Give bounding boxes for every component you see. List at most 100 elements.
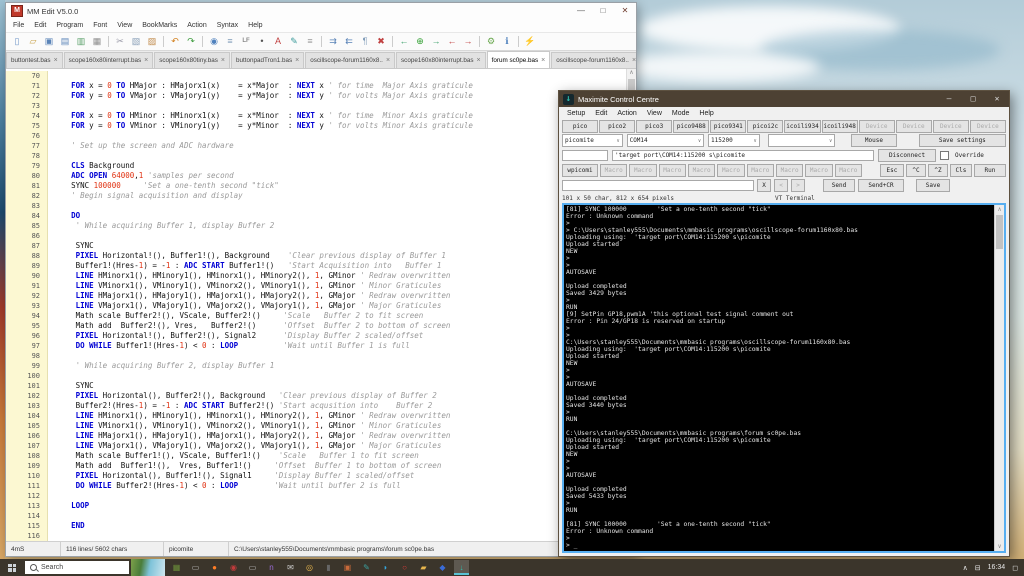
tab-scope160x80interrupt-bas[interactable]: scope160x80interrupt.bas× [396, 52, 486, 68]
macro-button[interactable]: Macro [717, 164, 744, 177]
device-button-pico9341[interactable]: pico9341 [710, 120, 746, 133]
mail-icon[interactable]: ✉ [283, 560, 298, 575]
tab-close-icon[interactable]: × [221, 57, 225, 64]
taskbar-search[interactable]: Search [25, 561, 129, 574]
minimize-button[interactable]: — [570, 3, 592, 19]
prev-button[interactable]: < [774, 179, 788, 192]
vt-terminal[interactable]: [81] SYNC 100000 'Set a one-tenth second… [562, 203, 1006, 553]
outline-icon[interactable]: ≡ [303, 35, 317, 48]
send-cr-button[interactable]: Send+CR [858, 179, 904, 192]
help-icon[interactable]: ℹ [500, 35, 514, 48]
target-port-input[interactable] [612, 150, 874, 161]
telegram-icon[interactable]: ◗ [378, 560, 393, 575]
ctrl-z-button[interactable]: ^Z [928, 164, 948, 177]
tab-scope160x80tiny-bas[interactable]: scope160x80tiny.bas× [154, 52, 230, 68]
save-button[interactable]: Save [916, 179, 950, 192]
menu-edit[interactable]: Edit [29, 22, 51, 29]
onenote-icon[interactable]: n [264, 560, 279, 575]
macro-button[interactable]: Macro [688, 164, 715, 177]
save-as-icon[interactable]: ▥ [74, 35, 88, 48]
code-area[interactable]: 7071 FOR x = 0 TO HMajor : HMajorx1(x) =… [6, 69, 627, 541]
device-select[interactable]: picomite ∨ [562, 134, 623, 147]
mcc-titlebar[interactable]: ↓ Maximite Control Centre — □ ✕ [559, 91, 1009, 107]
italic-font-icon[interactable]: A [271, 35, 285, 48]
indent-icon[interactable]: ⇉ [326, 35, 340, 48]
paste-icon[interactable]: ▨ [145, 35, 159, 48]
ctrl-c-button[interactable]: ^C [906, 164, 926, 177]
close-button[interactable]: ✕ [985, 91, 1009, 107]
maximize-button[interactable]: □ [961, 91, 985, 107]
monitor-app-icon[interactable]: ▭ [245, 560, 260, 575]
line-ending-icon[interactable]: LF [239, 35, 253, 48]
scroll-up-icon[interactable]: ∧ [627, 69, 636, 78]
menu-bookmarks[interactable]: BookMarks [137, 22, 182, 29]
mmedit-titlebar[interactable]: M MM Edit V5.0.0 — □ ✕ [6, 3, 636, 19]
close-button[interactable]: ✕ [614, 3, 636, 19]
list-icon[interactable]: ≡ [223, 35, 237, 48]
tab-close-icon[interactable]: × [295, 57, 299, 64]
x-button[interactable]: X [757, 179, 771, 192]
save-all-icon[interactable]: ▤ [58, 35, 72, 48]
tab-oscillscope-forum1160x8-[interactable]: oscillscope-forum1160x8..× [305, 52, 395, 68]
menu-mode[interactable]: Mode [667, 110, 695, 117]
paint-app-icon[interactable]: ✎ [359, 560, 374, 575]
tab-buttonpadtron1-bas[interactable]: buttonpadTron1.bas× [231, 52, 304, 68]
firefox-icon[interactable]: ● [207, 560, 222, 575]
minimize-button[interactable]: — [937, 91, 961, 107]
device-button-device[interactable]: Device [859, 120, 895, 133]
macro-button[interactable]: Macro [835, 164, 862, 177]
open-file-icon[interactable]: ▱ [26, 35, 40, 48]
media-app-icon[interactable]: ◉ [226, 560, 241, 575]
macro-button[interactable]: Macro [629, 164, 656, 177]
device-button-icoili948[interactable]: icoili948 [822, 120, 858, 133]
whitespace-icon[interactable]: • [255, 35, 269, 48]
macro-button[interactable]: Macro [776, 164, 803, 177]
menu-help[interactable]: Help [243, 22, 267, 29]
scroll-down-icon[interactable]: ∨ [995, 542, 1004, 551]
tab-buttontest-bas[interactable]: buttontest.bas× [6, 52, 63, 68]
tab-close-icon[interactable]: × [54, 57, 58, 64]
tab-close-icon[interactable]: × [632, 57, 636, 64]
baud-select[interactable]: 115200 ∨ [708, 134, 760, 147]
cut-icon[interactable]: ✂ [113, 35, 127, 48]
terminal-scrollbar[interactable]: ∧ ∨ [994, 205, 1004, 551]
terminal-app-icon[interactable]: ▮ [321, 560, 336, 575]
tab-close-icon[interactable]: × [386, 57, 390, 64]
disconnect-button[interactable]: Disconnect [878, 149, 936, 162]
device-button-pico2[interactable]: pico2 [599, 120, 635, 133]
folder-icon[interactable]: ▰ [416, 560, 431, 575]
run-button[interactable]: Run [974, 164, 1006, 177]
macro-button[interactable]: Macro [659, 164, 686, 177]
comment-icon[interactable]: ¶ [358, 35, 372, 48]
menu-edit[interactable]: Edit [590, 110, 612, 117]
tab-close-icon[interactable]: × [144, 57, 148, 64]
font-icon[interactable]: ◉ [207, 35, 221, 48]
menu-file[interactable]: File [8, 22, 29, 29]
undo-icon[interactable]: ↶ [168, 35, 182, 48]
defender-icon[interactable]: ◆ [435, 560, 450, 575]
syntax-color-icon[interactable]: ✎ [287, 35, 301, 48]
macro-button[interactable]: Macro [600, 164, 627, 177]
tab-close-icon[interactable]: × [541, 57, 545, 64]
device-button-device[interactable]: Device [896, 120, 932, 133]
port-select[interactable]: COM14 ∨ [627, 134, 704, 147]
esc-button[interactable]: Esc [880, 164, 904, 177]
menu-help[interactable]: Help [694, 110, 718, 117]
outdent-icon[interactable]: ⇇ [342, 35, 356, 48]
macro-button[interactable]: Macro [805, 164, 832, 177]
macro-button[interactable]: Macro [747, 164, 774, 177]
bookmark-add-icon[interactable]: ⊕ [413, 35, 427, 48]
redo-icon[interactable]: ↷ [184, 35, 198, 48]
prev-mark-icon[interactable]: ← [445, 35, 459, 48]
wpicomi-button[interactable]: wpicomi [562, 164, 598, 177]
device-button-pico3[interactable]: pico3 [636, 120, 672, 133]
aux-input[interactable] [562, 150, 608, 161]
tab-oscillscope-forum1160x8-[interactable]: oscillscope-forum1160x8..× [551, 52, 636, 68]
save-settings-button[interactable]: Save settings [919, 134, 1006, 147]
tab-close-icon[interactable]: × [477, 57, 481, 64]
menu-action[interactable]: Action [612, 110, 641, 117]
scroll-up-icon[interactable]: ∧ [995, 205, 1004, 214]
device-button-device[interactable]: Device [970, 120, 1006, 133]
device-button-picoi2c[interactable]: picoi2c [747, 120, 783, 133]
notifications-icon[interactable]: ◻ [1012, 564, 1018, 572]
